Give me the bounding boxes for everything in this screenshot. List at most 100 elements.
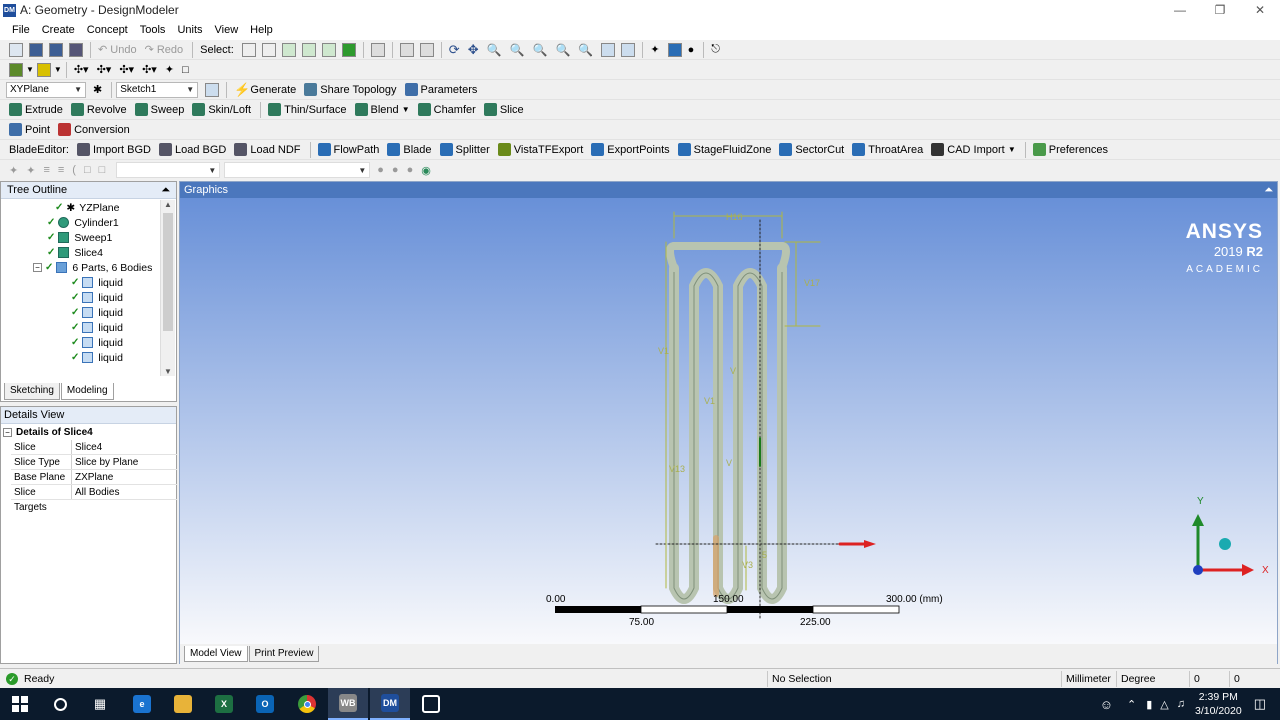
export-points-button[interactable]: ExportPoints — [588, 141, 672, 159]
edge-filter-icon[interactable] — [301, 42, 316, 57]
extend-select-icon[interactable] — [370, 42, 385, 57]
empty-dropdown-2[interactable]: ▼ — [224, 162, 371, 178]
extrude-button[interactable]: Extrude — [6, 101, 66, 119]
sketch-dropdown[interactable]: Sketch1 ▼ — [116, 81, 199, 98]
snipping-tool-icon[interactable] — [411, 688, 451, 720]
face-filter-icon[interactable] — [321, 42, 336, 57]
pick-icon[interactable]: ✦ — [162, 61, 177, 79]
tree-item-sweep1[interactable]: ✓ Sweep1 — [47, 230, 112, 245]
cad-import-button[interactable]: CAD Import ▼ — [928, 141, 1018, 159]
thin-surface-button[interactable]: Thin/Surface — [265, 101, 349, 119]
box-select-icon[interactable] — [399, 42, 414, 57]
point-filter-icon[interactable] — [281, 42, 296, 57]
scroll-thumb[interactable] — [163, 213, 173, 331]
scroll-down-icon[interactable]: ▼ — [161, 367, 175, 376]
sketch-tool-1-icon[interactable]: ✦ — [6, 161, 21, 179]
clock[interactable]: 2:39 PM 3/10/2020 — [1195, 690, 1242, 718]
workbench-icon[interactable]: WB — [328, 688, 368, 720]
chevron-down-icon[interactable]: ▼ — [54, 65, 62, 74]
details-row[interactable]: Slice Targets All Bodies — [11, 485, 177, 513]
load-bgd-button[interactable]: Load BGD — [156, 141, 229, 159]
tree-item-yzplane[interactable]: ✓ ✱ YZPlane — [55, 200, 119, 215]
display-plane-icon[interactable] — [9, 62, 23, 77]
display-bodies-icon[interactable] — [36, 62, 51, 77]
body-select-icon[interactable]: ✣▾ — [116, 61, 137, 79]
tab-sketching[interactable]: Sketching — [4, 383, 60, 400]
task-view-icon[interactable]: ▦ — [80, 688, 120, 720]
people-icon[interactable]: ☺ — [1100, 697, 1113, 712]
share-topology-button[interactable]: Share Topology — [301, 81, 399, 99]
menu-units[interactable]: Units — [171, 24, 208, 36]
revolve-button[interactable]: Revolve — [68, 101, 130, 119]
zoom-out-icon[interactable]: 🔍 — [575, 41, 596, 59]
tree-item-liquid[interactable]: ✓ liquid — [71, 305, 123, 320]
status-angle[interactable]: Degree — [1116, 671, 1189, 687]
sector-cut-button[interactable]: SectorCut — [776, 141, 847, 159]
tab-model-view[interactable]: Model View — [184, 646, 248, 662]
tree-item-parts[interactable]: − ✓ 6 Parts, 6 Bodies — [33, 260, 152, 275]
screenshot-icon[interactable] — [69, 42, 83, 57]
menu-tools[interactable]: Tools — [134, 24, 172, 36]
stage-fluid-zone-button[interactable]: StageFluidZone — [675, 141, 775, 159]
graphics-viewport[interactable]: ANSYS 2019 R2 ACADEMIC H16 V17 V1 V1 V V… — [180, 198, 1277, 644]
menu-file[interactable]: File — [6, 24, 36, 36]
save-as-icon[interactable] — [49, 42, 63, 57]
zoom-icon[interactable]: 🔍 — [484, 41, 505, 59]
collapse-icon[interactable]: − — [33, 263, 42, 272]
body-filter-icon[interactable] — [341, 42, 356, 57]
notifications-icon[interactable]: ◫ — [1254, 696, 1266, 712]
details-group[interactable]: − Details of Slice4 — [1, 425, 177, 440]
menu-create[interactable]: Create — [36, 24, 81, 36]
new-icon[interactable] — [9, 42, 23, 57]
volume-icon[interactable]: ♫ — [1177, 698, 1185, 710]
undo-button[interactable]: ↶ Undo — [95, 41, 140, 59]
outlook-icon[interactable]: O — [245, 688, 285, 720]
pan-icon[interactable]: ✥ — [465, 41, 482, 59]
edge-tool-icon[interactable]: □ — [179, 61, 192, 79]
sketch-tool-7-icon[interactable]: □ — [96, 161, 109, 179]
sketch-tool-3-icon[interactable]: ≡ — [40, 161, 52, 179]
plane-dropdown[interactable]: XYPlane ▼ — [6, 81, 86, 98]
isometric-view-icon[interactable] — [1219, 538, 1231, 550]
details-row[interactable]: Slice Type Slice by Plane — [11, 455, 177, 470]
details-row[interactable]: Base Plane ZXPlane — [11, 470, 177, 485]
empty-dropdown-1[interactable]: ▼ — [116, 162, 221, 178]
sketch-tool-10-icon[interactable]: ● — [404, 161, 417, 179]
tree-item-liquid[interactable]: ✓ liquid — [71, 320, 123, 335]
network-icon[interactable]: △ — [1160, 698, 1168, 711]
chrome-icon[interactable] — [287, 688, 327, 720]
help-cursor-icon[interactable]: ⎋ — [708, 41, 723, 59]
generate-button[interactable]: ⚡ Generate — [231, 81, 299, 99]
edge-browser-icon[interactable]: e — [122, 688, 162, 720]
throat-area-button[interactable]: ThroatArea — [849, 141, 926, 159]
select-mode-icon[interactable] — [241, 42, 256, 57]
sketch-tool-9-icon[interactable]: ● — [389, 161, 402, 179]
pin-icon[interactable]: ⏶ — [161, 184, 170, 197]
axis-triad[interactable]: Y X — [1192, 496, 1269, 576]
chevron-up-icon[interactable]: ⌃ — [1127, 698, 1136, 711]
display-model-icon[interactable] — [667, 42, 682, 57]
redo-button[interactable]: ↷ Redo — [142, 41, 187, 59]
rotate-icon[interactable]: ⟳ — [446, 41, 463, 59]
zoom-in-icon[interactable]: 🔍 — [552, 41, 573, 59]
file-explorer-icon[interactable] — [163, 688, 203, 720]
sketch-tool-6-icon[interactable]: □ — [81, 161, 94, 179]
tree-item-liquid[interactable]: ✓ liquid — [71, 275, 123, 290]
sketch-tool-11-icon[interactable]: ◉ — [418, 161, 434, 179]
load-ndf-button[interactable]: Load NDF — [231, 141, 303, 159]
scroll-up-icon[interactable]: ▲ — [161, 200, 175, 209]
new-plane-icon[interactable]: ✱ — [90, 81, 105, 99]
vistatf-export-button[interactable]: VistaTFExport — [495, 141, 587, 159]
parameters-button[interactable]: Parameters — [402, 81, 481, 99]
sketch-tool-5-icon[interactable]: ( — [69, 161, 79, 179]
maximize-icon[interactable]: ❐ — [1200, 0, 1240, 20]
close-icon[interactable]: ✕ — [1240, 0, 1280, 20]
menu-help[interactable]: Help — [244, 24, 279, 36]
look-at-icon[interactable] — [601, 42, 616, 57]
previous-view-icon[interactable] — [621, 42, 636, 57]
preferences-button[interactable]: Preferences — [1030, 141, 1111, 159]
zoom-box-icon[interactable]: 🔍 — [507, 41, 528, 59]
model-drawing[interactable]: H16 V17 V1 V1 V V V13 V3 5 0.00 150.00 3… — [180, 198, 1277, 644]
chevron-down-icon[interactable]: ▼ — [26, 65, 34, 74]
designmodeler-icon[interactable]: DM — [370, 688, 410, 720]
